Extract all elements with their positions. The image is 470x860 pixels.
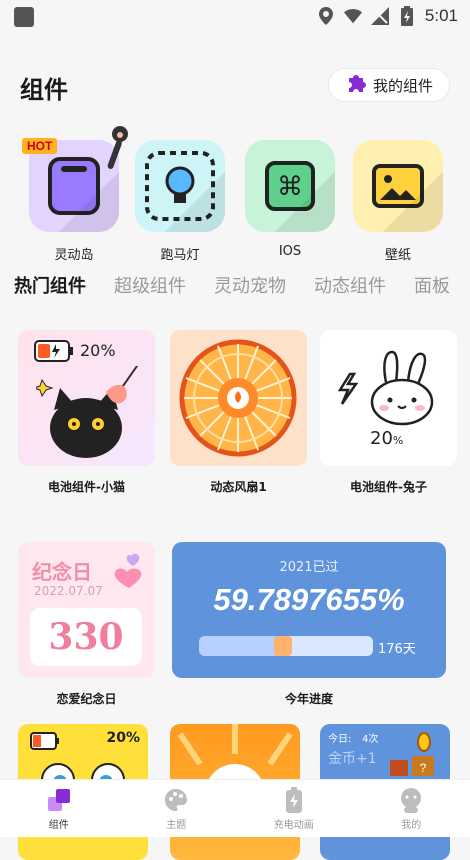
anniversary-title: 纪念日 [32,556,92,585]
card-battery-cat[interactable]: 20% 电池组件-小猫 [18,330,155,495]
hot-badge: HOT [22,138,57,154]
battery-icon [30,732,60,750]
progress-days: 176天 [378,638,416,657]
progress-bar [199,636,373,656]
card-label: 电池组件-兔子 [320,478,457,495]
card-label: 电池组件-小猫 [18,478,155,495]
location-icon [317,7,335,25]
bottom-nav: 组件 主题 充电动画 我的 [0,779,470,837]
category-label: 壁纸 [352,244,444,263]
card-label: 今年进度 [172,690,446,707]
tab-pets[interactable]: 灵动宠物 [214,272,286,302]
nav-label: 我的 [401,816,421,831]
rabbit-illustration [332,346,452,436]
status-bar: 5:01 [0,0,470,34]
card-label: 动态风扇1 [170,478,307,495]
progress-marker [274,636,292,656]
card-dynamic-fan[interactable]: 动态风扇1 [170,330,307,495]
wifi-icon [344,7,362,25]
coin-reward: 金币+1 [328,748,377,768]
tab-dynamic[interactable]: 动态组件 [314,272,386,302]
category-ios[interactable]: ⌘ IOS [244,140,336,259]
nav-themes[interactable]: 主题 [118,780,236,837]
category-label: 跑马灯 [134,244,226,263]
category-tabs: 热门组件 超级组件 灵动宠物 动态组件 面板 [14,272,470,302]
mario-blocks: ? [390,730,440,776]
ios-tile: ⌘ [245,140,335,232]
sun-icon [170,724,300,784]
tab-hot[interactable]: 热门组件 [14,272,86,302]
puzzle-icon [345,72,367,98]
nav-label: 主题 [166,816,186,831]
cat-illustration [36,366,146,466]
progress-value: 59.7897655% [172,582,446,618]
category-label: 灵动岛 [28,244,120,263]
tab-super[interactable]: 超级组件 [114,272,186,302]
category-row: HOT 灵动岛 跑马灯 ⌘ IOS 壁纸 [0,140,470,270]
notification-icon [14,7,34,27]
anniversary-date: 2022.07.07 [34,584,103,598]
nav-widgets[interactable]: 组件 [0,780,118,837]
status-time: 5:01 [425,6,458,26]
my-widgets-label: 我的组件 [373,75,433,96]
wallpaper-tile [353,140,443,232]
palette-icon [163,787,189,813]
card-year-progress[interactable]: 2021已过 59.7897655% 176天 今年进度 [172,542,446,707]
battery-icon [398,7,416,25]
nav-label: 组件 [49,816,69,831]
progress-heading: 2021已过 [172,556,446,575]
nav-profile[interactable]: 我的 [353,780,470,837]
anniversary-days: 330 [30,608,142,666]
header: 组件 我的组件 [20,64,450,108]
signal-off-icon [371,7,389,25]
hearts-icon [111,552,145,592]
charging-icon [286,787,302,813]
category-marquee[interactable]: 跑马灯 [134,140,226,263]
fan-illustration [178,338,298,458]
coin-today-label: 今日: [328,730,351,745]
cat-paw-icon [104,126,128,174]
marquee-tile [135,140,225,232]
widgets-icon [46,787,72,813]
battery-icon [34,340,74,362]
battery-percent: 20% [80,341,116,360]
card-battery-rabbit[interactable]: 20% 电池组件-兔子 [320,330,457,495]
nav-charging[interactable]: 充电动画 [235,780,353,837]
svg-text:?: ? [420,761,427,775]
profile-icon [398,787,424,813]
my-widgets-button[interactable]: 我的组件 [328,68,450,102]
rabbit-battery-value: 20% [370,428,403,449]
coin-count: 4次 [362,730,378,745]
page-title: 组件 [20,70,68,105]
card-label: 恋爱纪念日 [18,690,155,707]
nav-label: 充电动画 [274,816,314,831]
progress-fill [199,636,283,656]
category-label: IOS [244,244,336,259]
battery-percent: 20% [106,730,140,746]
card-anniversary[interactable]: 纪念日 2022.07.07 330 恋爱纪念日 [18,542,155,707]
tab-panel[interactable]: 面板 [414,272,450,302]
category-wallpaper[interactable]: 壁纸 [352,140,444,263]
